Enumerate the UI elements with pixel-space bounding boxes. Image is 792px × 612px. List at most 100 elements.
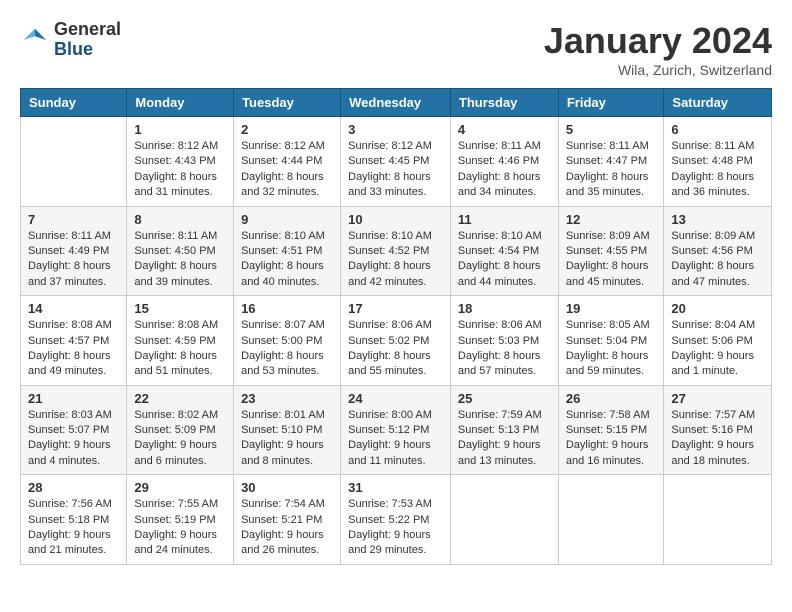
day-number: 2 <box>241 122 333 137</box>
calendar-cell: 20 Sunrise: 8:04 AMSunset: 5:06 PMDaylig… <box>664 296 772 386</box>
calendar-cell: 13 Sunrise: 8:09 AMSunset: 4:56 PMDaylig… <box>664 206 772 296</box>
calendar-cell: 31 Sunrise: 7:53 AMSunset: 5:22 PMDaylig… <box>341 475 451 565</box>
calendar-weekday-friday: Friday <box>558 89 664 117</box>
day-info: Sunrise: 7:54 AMSunset: 5:21 PMDaylight:… <box>241 497 333 559</box>
day-number: 23 <box>241 391 333 406</box>
day-number: 9 <box>241 212 333 227</box>
calendar-cell: 3 Sunrise: 8:12 AMSunset: 4:45 PMDayligh… <box>341 117 451 207</box>
calendar-cell: 1 Sunrise: 8:12 AMSunset: 4:43 PMDayligh… <box>127 117 234 207</box>
calendar-cell: 5 Sunrise: 8:11 AMSunset: 4:47 PMDayligh… <box>558 117 664 207</box>
logo-text: General Blue <box>54 20 121 60</box>
calendar-cell <box>664 475 772 565</box>
day-number: 28 <box>28 480 119 495</box>
calendar-cell: 6 Sunrise: 8:11 AMSunset: 4:48 PMDayligh… <box>664 117 772 207</box>
day-number: 6 <box>671 122 764 137</box>
day-info: Sunrise: 8:11 AMSunset: 4:50 PMDaylight:… <box>134 229 226 291</box>
day-number: 4 <box>458 122 551 137</box>
day-info: Sunrise: 8:04 AMSunset: 5:06 PMDaylight:… <box>671 318 764 380</box>
calendar-header-row: SundayMondayTuesdayWednesdayThursdayFrid… <box>21 89 772 117</box>
day-info: Sunrise: 8:06 AMSunset: 5:03 PMDaylight:… <box>458 318 551 380</box>
calendar-cell: 29 Sunrise: 7:55 AMSunset: 5:19 PMDaylig… <box>127 475 234 565</box>
day-info: Sunrise: 8:01 AMSunset: 5:10 PMDaylight:… <box>241 408 333 470</box>
day-number: 17 <box>348 301 443 316</box>
day-number: 5 <box>566 122 657 137</box>
day-info: Sunrise: 8:05 AMSunset: 5:04 PMDaylight:… <box>566 318 657 380</box>
day-number: 3 <box>348 122 443 137</box>
day-info: Sunrise: 8:10 AMSunset: 4:52 PMDaylight:… <box>348 229 443 291</box>
logo: General Blue <box>20 20 121 60</box>
day-info: Sunrise: 8:06 AMSunset: 5:02 PMDaylight:… <box>348 318 443 380</box>
day-info: Sunrise: 8:12 AMSunset: 4:43 PMDaylight:… <box>134 139 226 201</box>
day-info: Sunrise: 8:11 AMSunset: 4:47 PMDaylight:… <box>566 139 657 201</box>
day-info: Sunrise: 8:09 AMSunset: 4:55 PMDaylight:… <box>566 229 657 291</box>
day-info: Sunrise: 7:58 AMSunset: 5:15 PMDaylight:… <box>566 408 657 470</box>
calendar-table: SundayMondayTuesdayWednesdayThursdayFrid… <box>20 88 772 565</box>
day-info: Sunrise: 8:11 AMSunset: 4:48 PMDaylight:… <box>671 139 764 201</box>
day-info: Sunrise: 7:57 AMSunset: 5:16 PMDaylight:… <box>671 408 764 470</box>
calendar-cell: 14 Sunrise: 8:08 AMSunset: 4:57 PMDaylig… <box>21 296 127 386</box>
day-number: 12 <box>566 212 657 227</box>
day-number: 18 <box>458 301 551 316</box>
calendar-week-row: 21 Sunrise: 8:03 AMSunset: 5:07 PMDaylig… <box>21 385 772 475</box>
logo-general: General <box>54 20 121 40</box>
day-info: Sunrise: 8:10 AMSunset: 4:54 PMDaylight:… <box>458 229 551 291</box>
day-number: 22 <box>134 391 226 406</box>
day-number: 13 <box>671 212 764 227</box>
day-number: 30 <box>241 480 333 495</box>
day-number: 16 <box>241 301 333 316</box>
calendar-cell: 26 Sunrise: 7:58 AMSunset: 5:15 PMDaylig… <box>558 385 664 475</box>
title-area: January 2024 Wila, Zurich, Switzerland <box>544 20 772 78</box>
calendar-cell: 2 Sunrise: 8:12 AMSunset: 4:44 PMDayligh… <box>234 117 341 207</box>
logo-icon <box>20 25 50 55</box>
calendar-cell: 17 Sunrise: 8:06 AMSunset: 5:02 PMDaylig… <box>341 296 451 386</box>
day-number: 15 <box>134 301 226 316</box>
day-number: 11 <box>458 212 551 227</box>
calendar-cell: 22 Sunrise: 8:02 AMSunset: 5:09 PMDaylig… <box>127 385 234 475</box>
day-info: Sunrise: 8:08 AMSunset: 4:59 PMDaylight:… <box>134 318 226 380</box>
day-number: 20 <box>671 301 764 316</box>
day-number: 24 <box>348 391 443 406</box>
day-info: Sunrise: 8:11 AMSunset: 4:46 PMDaylight:… <box>458 139 551 201</box>
calendar-week-row: 7 Sunrise: 8:11 AMSunset: 4:49 PMDayligh… <box>21 206 772 296</box>
calendar-cell: 4 Sunrise: 8:11 AMSunset: 4:46 PMDayligh… <box>450 117 558 207</box>
calendar-cell: 7 Sunrise: 8:11 AMSunset: 4:49 PMDayligh… <box>21 206 127 296</box>
page-header: General Blue January 2024 Wila, Zurich, … <box>20 20 772 78</box>
calendar-cell: 30 Sunrise: 7:54 AMSunset: 5:21 PMDaylig… <box>234 475 341 565</box>
calendar-cell: 8 Sunrise: 8:11 AMSunset: 4:50 PMDayligh… <box>127 206 234 296</box>
location: Wila, Zurich, Switzerland <box>544 62 772 78</box>
calendar-cell <box>558 475 664 565</box>
day-number: 25 <box>458 391 551 406</box>
calendar-cell: 28 Sunrise: 7:56 AMSunset: 5:18 PMDaylig… <box>21 475 127 565</box>
day-number: 1 <box>134 122 226 137</box>
day-info: Sunrise: 8:03 AMSunset: 5:07 PMDaylight:… <box>28 408 119 470</box>
day-info: Sunrise: 8:02 AMSunset: 5:09 PMDaylight:… <box>134 408 226 470</box>
calendar-cell: 21 Sunrise: 8:03 AMSunset: 5:07 PMDaylig… <box>21 385 127 475</box>
calendar-cell: 18 Sunrise: 8:06 AMSunset: 5:03 PMDaylig… <box>450 296 558 386</box>
calendar-cell: 16 Sunrise: 8:07 AMSunset: 5:00 PMDaylig… <box>234 296 341 386</box>
day-number: 8 <box>134 212 226 227</box>
calendar-cell: 15 Sunrise: 8:08 AMSunset: 4:59 PMDaylig… <box>127 296 234 386</box>
day-info: Sunrise: 8:00 AMSunset: 5:12 PMDaylight:… <box>348 408 443 470</box>
calendar-weekday-thursday: Thursday <box>450 89 558 117</box>
calendar-cell <box>450 475 558 565</box>
day-info: Sunrise: 7:56 AMSunset: 5:18 PMDaylight:… <box>28 497 119 559</box>
calendar-cell: 19 Sunrise: 8:05 AMSunset: 5:04 PMDaylig… <box>558 296 664 386</box>
calendar-cell: 9 Sunrise: 8:10 AMSunset: 4:51 PMDayligh… <box>234 206 341 296</box>
day-info: Sunrise: 8:09 AMSunset: 4:56 PMDaylight:… <box>671 229 764 291</box>
calendar-weekday-tuesday: Tuesday <box>234 89 341 117</box>
calendar-cell: 25 Sunrise: 7:59 AMSunset: 5:13 PMDaylig… <box>450 385 558 475</box>
calendar-cell <box>21 117 127 207</box>
day-info: Sunrise: 7:53 AMSunset: 5:22 PMDaylight:… <box>348 497 443 559</box>
day-number: 29 <box>134 480 226 495</box>
calendar-weekday-sunday: Sunday <box>21 89 127 117</box>
day-number: 27 <box>671 391 764 406</box>
day-number: 31 <box>348 480 443 495</box>
calendar-week-row: 28 Sunrise: 7:56 AMSunset: 5:18 PMDaylig… <box>21 475 772 565</box>
day-number: 21 <box>28 391 119 406</box>
calendar-cell: 11 Sunrise: 8:10 AMSunset: 4:54 PMDaylig… <box>450 206 558 296</box>
calendar-weekday-saturday: Saturday <box>664 89 772 117</box>
day-number: 14 <box>28 301 119 316</box>
calendar-cell: 12 Sunrise: 8:09 AMSunset: 4:55 PMDaylig… <box>558 206 664 296</box>
day-number: 26 <box>566 391 657 406</box>
calendar-weekday-monday: Monday <box>127 89 234 117</box>
